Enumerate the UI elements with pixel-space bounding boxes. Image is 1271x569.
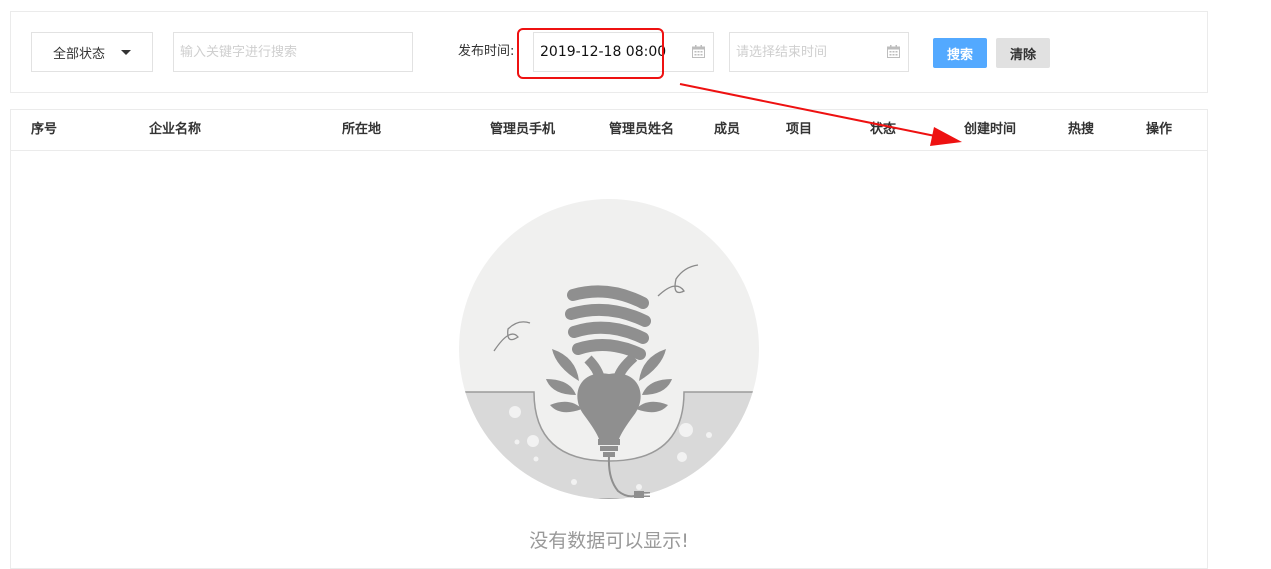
search-button[interactable]: 搜索 [933,38,987,68]
lightbulb-empty-illustration [459,199,759,499]
column-header-location[interactable]: 所在地 [342,110,381,150]
caret-down-icon [121,50,131,55]
column-header-index[interactable]: 序号 [31,110,57,150]
end-date-picker[interactable] [729,32,909,72]
end-date-input[interactable] [730,33,892,71]
column-header-projects[interactable]: 项目 [786,110,812,150]
column-header-members[interactable]: 成员 [714,110,740,150]
column-header-admin-name[interactable]: 管理员姓名 [609,110,674,150]
clear-button[interactable]: 清除 [996,38,1050,68]
filter-panel: 全部状态 发布时间: 2019-12-18 08:00 [10,11,1208,93]
status-select[interactable]: 全部状态 [31,32,153,72]
table-header: 序号 企业名称 所在地 管理员手机 管理员姓名 成员 项目 状态 创建时间 热搜… [11,110,1207,151]
column-header-admin-phone[interactable]: 管理员手机 [490,110,555,150]
keyword-search-input[interactable] [173,32,413,72]
publish-time-label: 发布时间: [458,44,515,59]
column-header-actions[interactable]: 操作 [1146,110,1172,150]
start-date-picker[interactable]: 2019-12-18 08:00 [533,32,714,72]
column-header-company[interactable]: 企业名称 [149,110,201,150]
empty-state-message: 没有数据可以显示! [529,530,689,552]
calendar-icon [692,45,705,58]
start-date-value: 2019-12-18 08:00 [540,44,667,60]
status-select-value: 全部状态 [53,46,106,62]
calendar-icon [887,45,900,58]
data-table: 序号 企业名称 所在地 管理员手机 管理员姓名 成员 项目 状态 创建时间 热搜… [10,109,1208,569]
column-header-hot-search[interactable]: 热搜 [1068,110,1094,150]
column-header-created-time[interactable]: 创建时间 [964,110,1016,150]
column-header-status[interactable]: 状态 [870,110,896,150]
